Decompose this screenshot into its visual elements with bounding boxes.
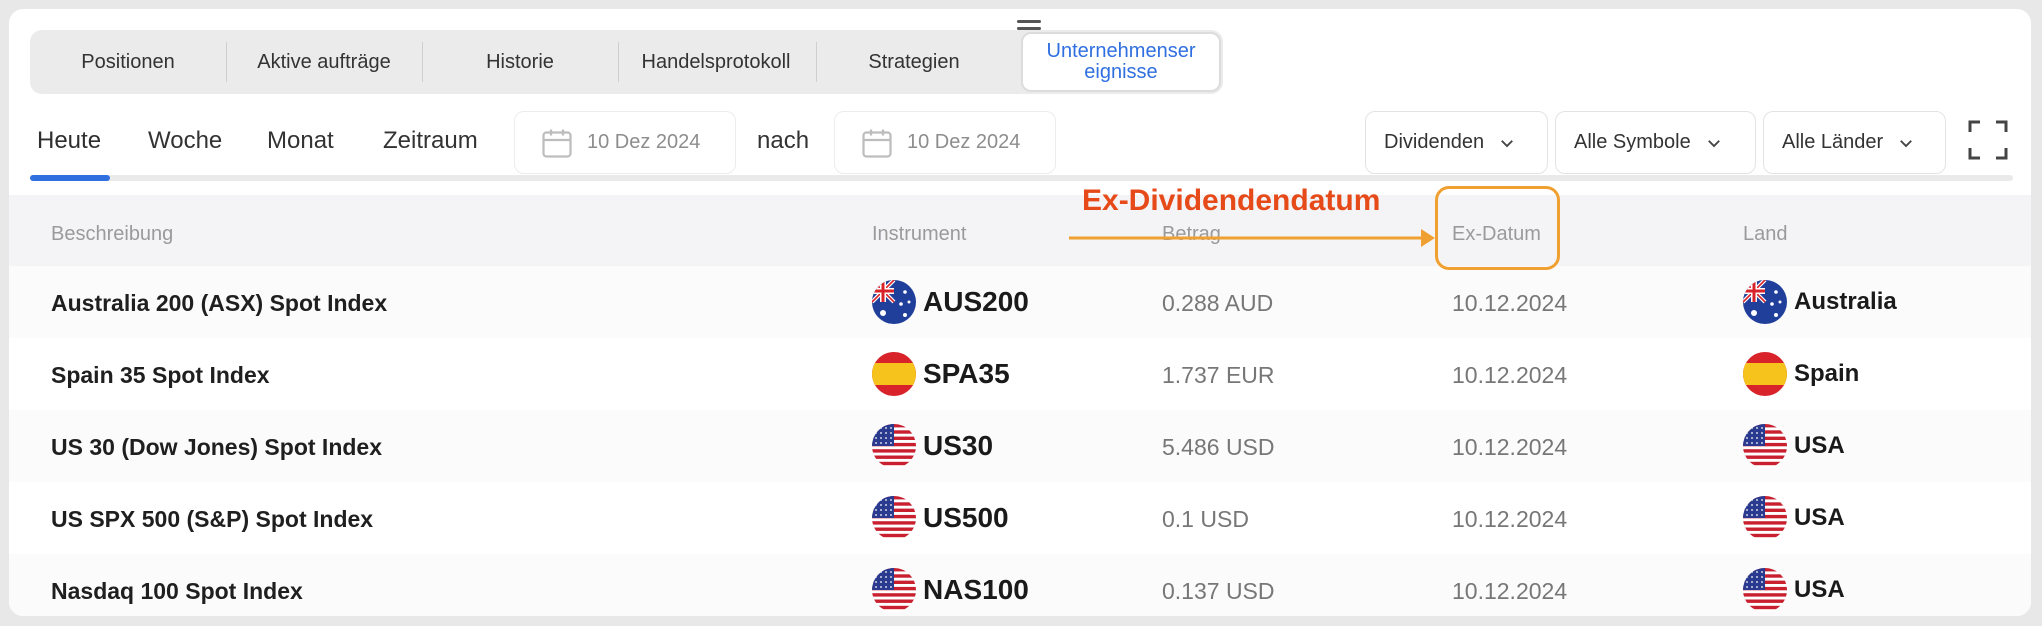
es-flag-icon (1743, 352, 1787, 396)
us-flag-icon (872, 568, 916, 612)
row-betrag: 0.137 USD (1162, 578, 1275, 604)
us-flag-icon (872, 496, 916, 540)
header-beschreibung[interactable]: Beschreibung (51, 223, 173, 246)
instrument-symbol: US500 (923, 502, 1009, 533)
header-land[interactable]: Land (1743, 223, 1788, 246)
chevron-down-icon (1707, 139, 1720, 147)
annotation-highlight-box (1435, 186, 1560, 270)
period-monat[interactable]: Monat (267, 127, 334, 155)
date-from-picker[interactable]: 10 Dez 2024 (514, 111, 736, 174)
symbol-filter-dropdown[interactable]: Alle Symbole (1555, 111, 1756, 174)
country-name: USA (1794, 504, 1845, 531)
row-description: US SPX 500 (S&P) Spot Index (51, 506, 374, 532)
tab-strategien[interactable]: Strategien (816, 30, 1012, 94)
us-flag-icon (1743, 568, 1787, 612)
tab-historie[interactable]: Historie (422, 30, 618, 94)
row-instrument[interactable]: SPA35 (872, 352, 1010, 396)
country-name: Australia (1794, 288, 1897, 315)
table-row[interactable]: Nasdaq 100 Spot Index NAS100 0.137 USD 10.1… (9, 554, 2031, 616)
tab-label: Historie (486, 50, 554, 73)
instrument-symbol: US30 (923, 430, 994, 461)
us-flag-icon (1743, 496, 1787, 540)
row-ex-datum: 10.12.2024 (1452, 578, 1568, 604)
chevron-down-icon (1501, 139, 1513, 147)
tab-unternehmensereignisse[interactable]: Unternehmenser eignisse (1021, 32, 1221, 92)
au-flag-icon (1743, 280, 1787, 324)
country-name: USA (1794, 432, 1845, 459)
calendar-icon (542, 129, 572, 158)
row-land: Spain (1743, 352, 1859, 396)
period-zeitraum[interactable]: Zeitraum (383, 127, 478, 155)
row-description: Australia 200 (ASX) Spot Index (51, 290, 388, 316)
table-row[interactable]: US SPX 500 (S&P) Spot Index US500 0.1 USD 1… (9, 482, 2031, 554)
row-description: Nasdaq 100 Spot Index (51, 578, 303, 604)
tab-label: Handelsprotokoll (641, 50, 791, 73)
tab-handelsprotokoll[interactable]: Handelsprotokoll (618, 30, 814, 94)
date-range-separator: nach (757, 127, 810, 154)
tab-bar: Positionen Aktive aufträge Historie Hand… (30, 30, 1223, 94)
date-from-value: 10 Dez 2024 (587, 131, 701, 153)
calendar-icon (862, 129, 892, 158)
tab-label: Strategien (868, 50, 960, 73)
event-type-dropdown[interactable]: Dividenden (1365, 111, 1548, 174)
corporate-events-panel: Positionen Aktive aufträge Historie Hand… (9, 9, 2031, 616)
instrument-symbol: SPA35 (923, 358, 1010, 389)
date-to-picker[interactable]: 10 Dez 2024 (834, 111, 1056, 174)
period-active-indicator (30, 175, 110, 181)
table-row[interactable]: US 30 (Dow Jones) Spot Index US30 5.486 US… (9, 410, 2031, 482)
country-name: USA (1794, 576, 1845, 603)
row-ex-datum: 10.12.2024 (1452, 506, 1568, 532)
tab-label: Aktive aufträge (257, 50, 391, 73)
annotation-arrow-icon (1069, 229, 1435, 247)
es-flag-icon (872, 352, 916, 396)
country-name: Spain (1794, 360, 1860, 387)
row-land: USA (1743, 568, 1845, 612)
period-heute[interactable]: Heute (37, 127, 101, 155)
row-instrument[interactable]: NAS100 (872, 568, 1029, 612)
date-to-value: 10 Dez 2024 (907, 131, 1021, 153)
row-ex-datum: 10.12.2024 (1452, 290, 1568, 316)
row-betrag: 0.1 USD (1162, 506, 1249, 532)
instrument-symbol: NAS100 (923, 574, 1029, 605)
row-land: USA (1743, 424, 1845, 468)
dropdown-value: Dividenden (1384, 131, 1485, 153)
row-betrag: 1.737 EUR (1162, 362, 1275, 388)
table-row[interactable]: Australia 200 (ASX) Spot Index AUS200 0.28… (9, 266, 2031, 338)
au-flag-icon (872, 280, 916, 324)
fullscreen-icon[interactable] (1964, 116, 2012, 164)
row-description: Spain 35 Spot Index (51, 362, 270, 388)
tab-aktive-auftraege[interactable]: Aktive aufträge (226, 30, 422, 94)
tab-label: Unternehmenser eignisse (1046, 40, 1196, 83)
tab-label: Positionen (81, 50, 175, 73)
row-ex-datum: 10.12.2024 (1452, 362, 1568, 388)
annotation-label: Ex-Dividendendatum (1082, 184, 1381, 217)
country-filter-dropdown[interactable]: Alle Länder (1763, 111, 1946, 174)
row-ex-datum: 10.12.2024 (1452, 434, 1568, 460)
row-land: USA (1743, 496, 1845, 540)
table-row[interactable]: Spain 35 Spot Index SPA35 1.737 EUR 10.12.2… (9, 338, 2031, 410)
row-land: Australia (1743, 280, 1897, 324)
period-woche[interactable]: Woche (148, 127, 222, 155)
row-description: US 30 (Dow Jones) Spot Index (51, 434, 382, 460)
header-instrument[interactable]: Instrument (872, 223, 966, 246)
dropdown-value: Alle Symbole (1574, 131, 1691, 153)
us-flag-icon (1743, 424, 1787, 468)
dropdown-value: Alle Länder (1782, 131, 1884, 153)
us-flag-icon (872, 424, 916, 468)
period-underline-track (30, 175, 2013, 181)
table-header: Beschreibung Instrument Betrag Ex-Datum … (9, 195, 2031, 266)
row-instrument[interactable]: US30 (872, 424, 993, 468)
tab-positionen[interactable]: Positionen (30, 30, 226, 94)
row-instrument[interactable]: US500 (872, 496, 1009, 540)
instrument-symbol: AUS200 (923, 286, 1029, 317)
row-betrag: 0.288 AUD (1162, 290, 1274, 316)
row-instrument[interactable]: AUS200 (872, 280, 1029, 324)
row-betrag: 5.486 USD (1162, 434, 1275, 460)
chevron-down-icon (1900, 139, 1913, 147)
